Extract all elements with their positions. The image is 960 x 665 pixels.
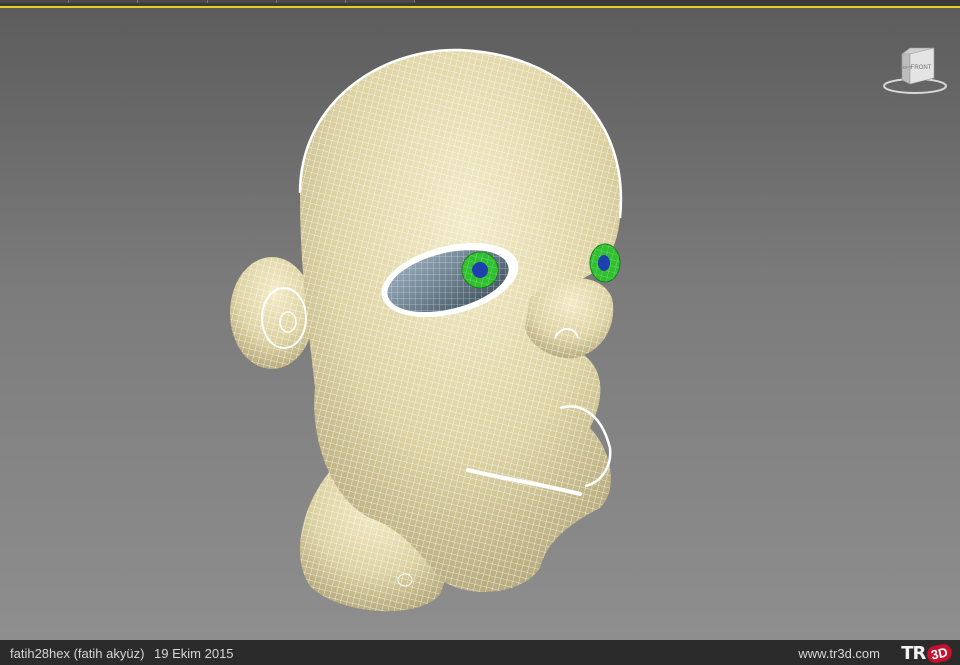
head-wireframe-model[interactable]	[0, 8, 960, 640]
author-name: fatih28hex (fatih akyüz)	[10, 646, 145, 661]
tab-segment[interactable]	[345, 0, 416, 3]
tab-segment[interactable]	[276, 0, 346, 3]
tab-segment[interactable]	[207, 0, 277, 3]
left-eye-iris	[461, 251, 499, 289]
credit-date: 19 Ekim 2015	[154, 646, 234, 661]
3d-viewport[interactable]: FRONT LEFT	[0, 8, 960, 640]
logo-badge: 3D	[925, 642, 954, 664]
tab-segment[interactable]	[0, 0, 70, 3]
credit-footer: fatih28hex (fatih akyüz) 19 Ekim 2015 ww…	[0, 640, 960, 665]
right-eye-iris	[589, 243, 621, 283]
top-toolbar	[0, 0, 960, 8]
logo-icon[interactable]: TR 3D	[901, 642, 954, 664]
ear	[230, 257, 314, 369]
author-credit: fatih28hex (fatih akyüz) 19 Ekim 2015	[10, 646, 240, 661]
website-link[interactable]: www.tr3d.com	[798, 646, 880, 661]
tab-segment[interactable]	[69, 0, 139, 3]
tab-segment[interactable]	[138, 0, 208, 3]
viewport-tab-strip[interactable]	[0, 0, 416, 3]
logo-text: TR	[901, 642, 926, 664]
